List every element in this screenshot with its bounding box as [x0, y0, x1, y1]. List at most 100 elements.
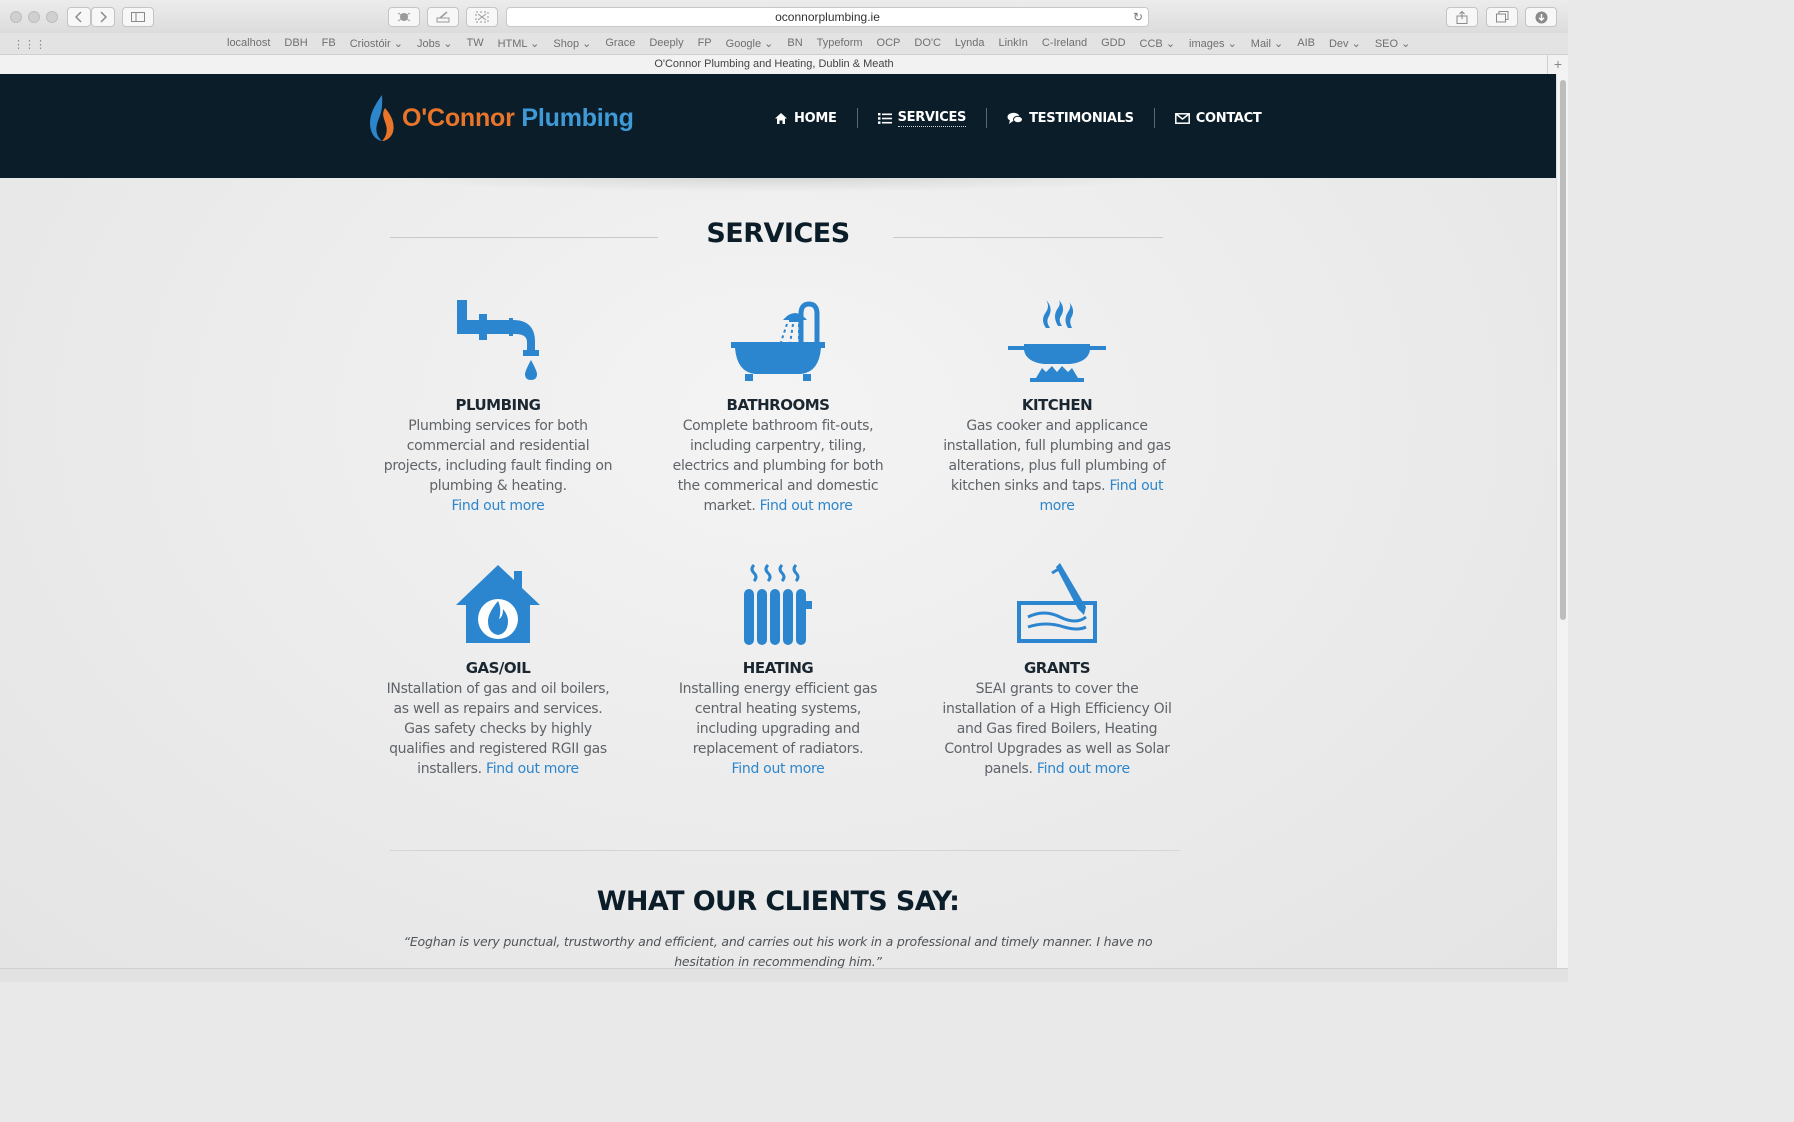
reload-icon[interactable]: ↻ — [1133, 10, 1143, 24]
page-scrollbar[interactable] — [1556, 74, 1568, 968]
share-button[interactable] — [1446, 7, 1478, 27]
flame-logo-icon — [370, 95, 394, 141]
chevron-left-icon — [75, 11, 82, 23]
extension-button-1[interactable] — [388, 7, 420, 27]
minimize-window-button[interactable] — [28, 11, 40, 23]
chat-icon — [1007, 112, 1024, 124]
extension-button-3[interactable] — [466, 7, 498, 27]
nav-services[interactable]: SERVICES — [877, 109, 967, 127]
share-icon — [1456, 10, 1468, 24]
bookmark-item[interactable]: DO'C — [907, 37, 948, 50]
bookmark-item[interactable]: DBH — [277, 37, 314, 50]
address-bar[interactable]: oconnorplumbing.ie ↻ — [506, 7, 1149, 27]
bookmark-item[interactable]: OCP — [870, 37, 908, 50]
nav-home[interactable]: HOME — [774, 111, 837, 126]
bookmark-item[interactable]: Criostóir ⌄ — [343, 37, 410, 50]
back-button[interactable] — [67, 7, 91, 27]
bookmark-item[interactable]: GDD — [1094, 37, 1132, 50]
bookmark-item[interactable]: FB — [315, 37, 343, 50]
url-text: oconnorplumbing.ie — [775, 10, 880, 24]
service-title: KITCHEN — [1021, 396, 1093, 414]
service-grants: GRANTS SEAI grants to cover the installa… — [942, 553, 1172, 779]
radiator-icon — [744, 563, 812, 645]
bookmark-item[interactable]: C-Ireland — [1035, 37, 1094, 50]
scrollbar-thumb[interactable] — [1560, 80, 1566, 620]
find-out-more-link[interactable]: Find out more — [732, 761, 825, 777]
find-out-more-link[interactable]: Find out more — [486, 761, 579, 777]
bookmark-item[interactable]: LinkIn — [991, 37, 1034, 50]
site-logo[interactable]: O'Connor Plumbing — [368, 94, 634, 142]
clients-title: WHAT OUR CLIENTS SAY: — [596, 886, 960, 917]
download-icon — [1535, 11, 1547, 23]
bookmark-item[interactable]: AIB — [1290, 37, 1322, 50]
tab-title[interactable]: O'Connor Plumbing and Heating, Dublin & … — [0, 58, 1548, 70]
bookmarks-list: localhost DBH FB Criostóir ⌄ Jobs ⌄ TW HTML ⌄ S… — [220, 37, 1417, 50]
sidebar-icon — [131, 12, 145, 22]
main-content: SERVICES PLUMBING Plumbing services for … — [0, 178, 1556, 969]
nav-divider — [1153, 108, 1155, 128]
service-description: INstallation of gas and oil boilers, as … — [383, 679, 613, 779]
zoom-window-button[interactable] — [46, 11, 58, 23]
bookmarks-bar: ⋮⋮⋮ localhost DBH FB Criostóir ⌄ Jobs ⌄ TW HTM… — [0, 33, 1568, 55]
bookmark-item[interactable]: Grace — [598, 37, 642, 50]
testimonial-quote: “Eoghan is very punctual, trustworthy an… — [403, 934, 1153, 969]
bathtub-shower-icon — [731, 301, 825, 381]
service-bathrooms: BATHROOMS Complete bathroom fit-outs, in… — [663, 290, 893, 516]
bug-icon — [397, 12, 411, 22]
extension-button-2[interactable] — [427, 7, 459, 27]
envelope-icon — [1174, 112, 1190, 124]
bookmark-item[interactable]: Typeform — [810, 37, 870, 50]
bookmark-item[interactable]: images ⌄ — [1182, 37, 1244, 50]
bookmark-item[interactable]: TW — [459, 37, 490, 50]
status-bar — [0, 968, 1568, 982]
bookmark-item[interactable]: Dev ⌄ — [1322, 37, 1368, 50]
service-description: Plumbing services for both commercial an… — [383, 416, 613, 516]
new-tab-button[interactable]: + — [1547, 55, 1568, 74]
nav-divider — [856, 108, 858, 128]
bookmark-item[interactable]: BN — [780, 37, 809, 50]
service-title: GRANTS — [1023, 659, 1091, 677]
bookmark-item[interactable]: FP — [691, 37, 719, 50]
service-title: PLUMBING — [455, 396, 541, 414]
close-window-button[interactable] — [10, 11, 22, 23]
bookmark-item[interactable]: Shop ⌄ — [546, 37, 598, 50]
house-flame-icon — [456, 565, 540, 643]
sidebar-toggle-button[interactable] — [122, 7, 154, 27]
forward-button[interactable] — [91, 7, 115, 27]
tabs-icon — [1495, 11, 1508, 23]
bookmark-item[interactable]: Google ⌄ — [719, 37, 781, 50]
scissors-icon — [475, 11, 489, 23]
service-description: SEAI grants to cover the installation of… — [942, 679, 1172, 779]
pan-on-gas-icon — [1008, 300, 1106, 382]
bookmark-item[interactable]: Jobs ⌄ — [410, 37, 460, 50]
list-icon — [877, 112, 892, 124]
bookmark-item[interactable]: Lynda — [948, 37, 992, 50]
nav-contact-label: CONTACT — [1195, 110, 1262, 126]
downloads-button[interactable] — [1525, 7, 1557, 27]
bookmark-item[interactable]: HTML ⌄ — [491, 37, 547, 50]
logo-plumbing: Plumbing — [514, 103, 634, 132]
bookmark-item[interactable]: localhost — [220, 37, 277, 50]
browser-toolbar: oconnorplumbing.ie ↻ — [0, 0, 1568, 34]
find-out-more-link[interactable]: Find out more — [452, 498, 545, 514]
bookmark-item[interactable]: CCB ⌄ — [1133, 37, 1183, 50]
bookmark-item[interactable]: SEO ⌄ — [1368, 37, 1418, 50]
tab-bar: O'Connor Plumbing and Heating, Dublin & … — [0, 55, 1568, 75]
grid-icon[interactable]: ⋮⋮⋮ — [13, 38, 46, 51]
tabs-overview-button[interactable] — [1486, 7, 1518, 27]
find-out-more-link[interactable]: Find out more — [760, 498, 853, 514]
nav-home-label: HOME — [794, 110, 837, 126]
logo-name: O'Connor — [402, 103, 515, 132]
service-kitchen: KITCHEN Gas cooker and applicance instal… — [942, 290, 1172, 516]
nav-testimonials[interactable]: TESTIMONIALS — [1007, 111, 1134, 126]
section-divider — [390, 850, 1180, 851]
bookmark-item[interactable]: Deeply — [642, 37, 690, 50]
nav-testimonials-label: TESTIMONIALS — [1029, 110, 1134, 126]
bookmark-item[interactable]: Mail ⌄ — [1244, 37, 1290, 50]
faucet-pipe-icon — [457, 300, 539, 380]
nav-services-label: SERVICES — [897, 109, 967, 127]
service-plumbing: PLUMBING Plumbing services for both comm… — [383, 290, 613, 516]
service-text: Plumbing services for both commercial an… — [383, 418, 613, 494]
find-out-more-link[interactable]: Find out more — [1037, 761, 1130, 777]
nav-contact[interactable]: CONTACT — [1174, 110, 1262, 126]
